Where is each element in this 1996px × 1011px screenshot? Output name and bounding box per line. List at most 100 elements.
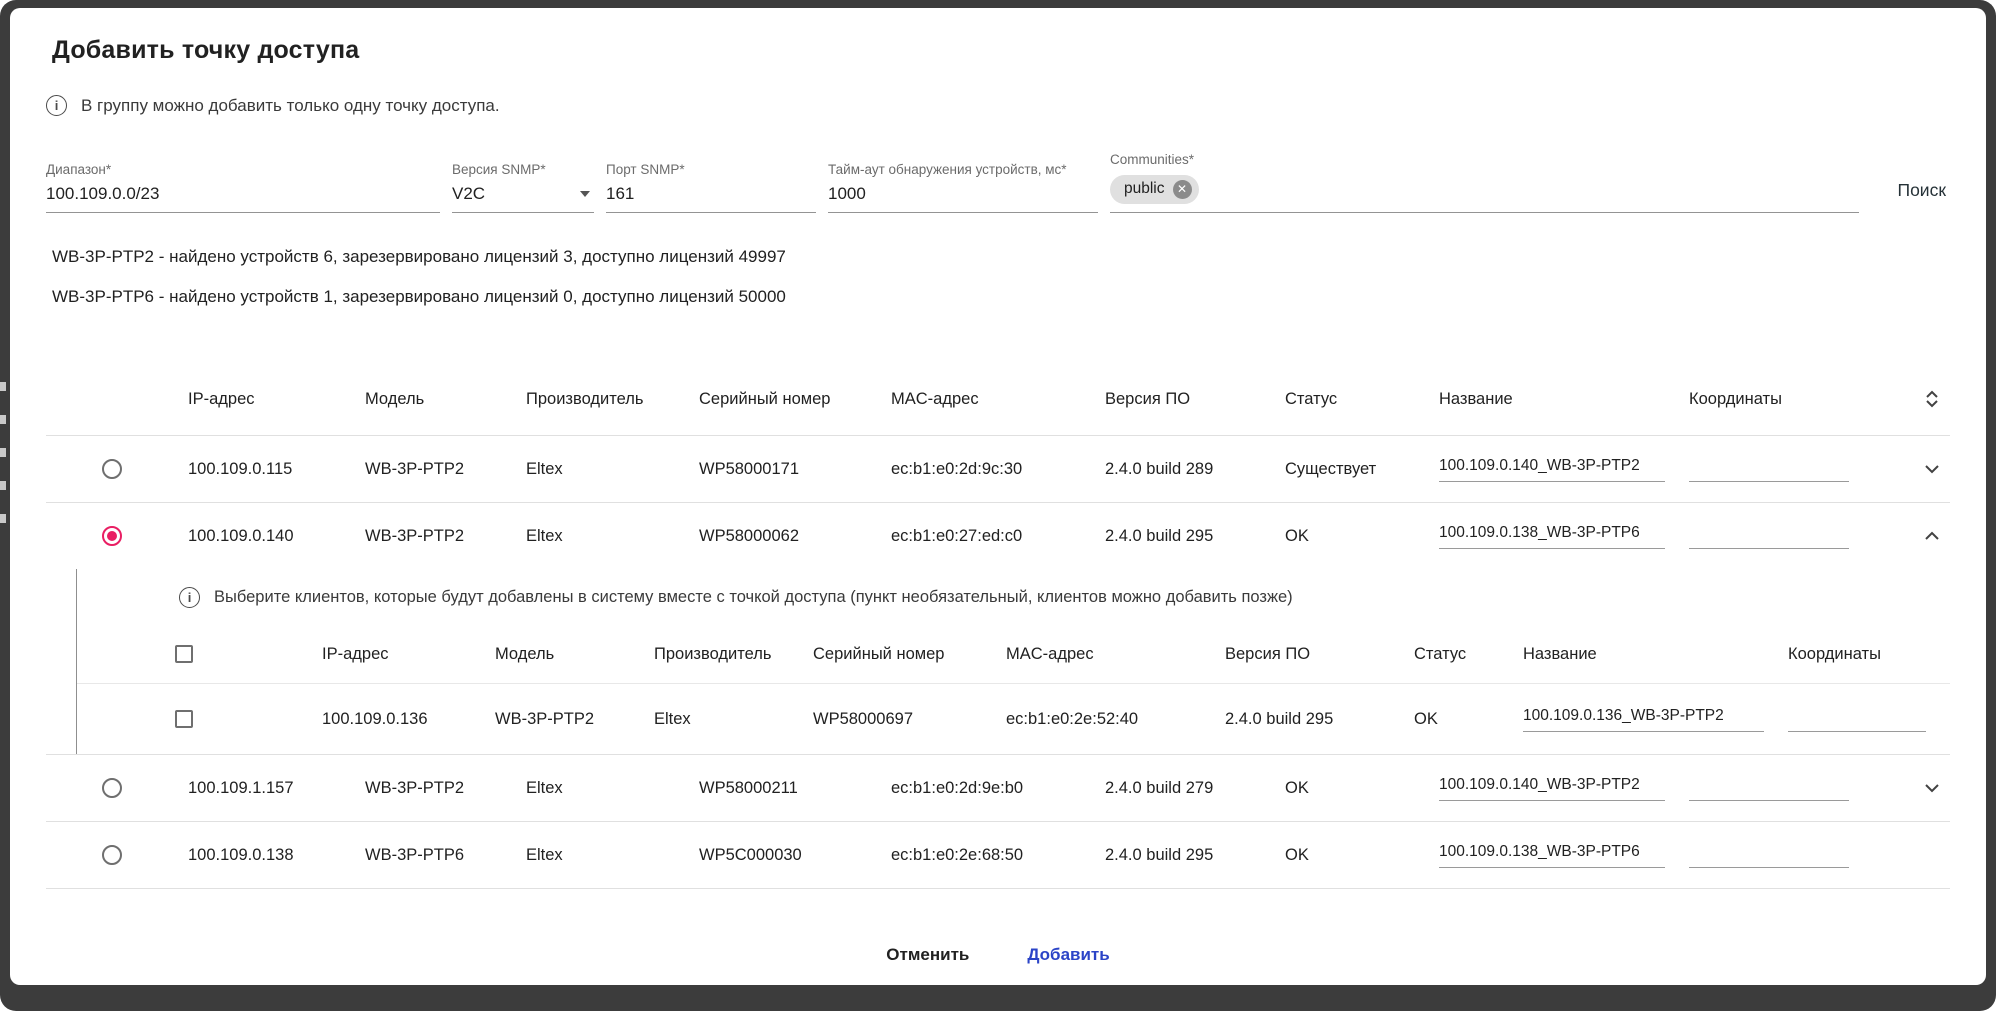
cell-vendor: Eltex: [654, 710, 813, 729]
cell-mac: ec:b1:e0:2e:68:50: [891, 846, 1105, 865]
community-chip[interactable]: public ✕: [1110, 175, 1199, 204]
col-serial: Серийный номер: [813, 645, 1006, 664]
name-input[interactable]: [1523, 707, 1764, 732]
coordinates-input[interactable]: [1689, 776, 1849, 801]
cell-mac: ec:b1:e0:2d:9c:30: [891, 460, 1105, 479]
name-input[interactable]: [1439, 776, 1665, 801]
row-radio[interactable]: [102, 459, 122, 479]
col-ip: IP-адрес: [322, 645, 495, 664]
row-divider: [46, 888, 1950, 889]
snmp-version-select[interactable]: V2C: [452, 184, 594, 204]
col-model: Модель: [365, 390, 526, 409]
cell-serial: WP58000211: [699, 779, 891, 798]
coordinates-input[interactable]: [1689, 524, 1849, 549]
coordinates-input[interactable]: [1689, 457, 1849, 482]
cell-fw: 2.4.0 build 279: [1105, 779, 1285, 798]
col-vendor: Производитель: [654, 645, 813, 664]
cell-model: WB-3P-PTP2: [365, 779, 526, 798]
select-all-clients-checkbox[interactable]: [175, 645, 193, 663]
cell-fw: 2.4.0 build 295: [1105, 527, 1285, 546]
cell-vendor: Eltex: [526, 527, 699, 546]
col-status: Статус: [1414, 645, 1523, 664]
cell-model: WB-3P-PTP2: [495, 710, 654, 729]
snmp-port-label: Порт SNMP*: [606, 162, 816, 177]
cell-ip: 100.109.0.140: [188, 527, 365, 546]
dialog-title: Добавить точку доступа: [52, 36, 1950, 65]
cell-model: WB-3P-PTP6: [365, 846, 526, 865]
table-row: 100.109.0.138 WB-3P-PTP6 Eltex WP5C00003…: [46, 822, 1950, 888]
snmp-version-field: Версия SNMP* V2C: [452, 152, 594, 213]
name-input[interactable]: [1439, 524, 1665, 549]
chevron-up-icon: [1924, 531, 1940, 541]
timeout-input[interactable]: [828, 184, 1098, 204]
cell-vendor: Eltex: [526, 846, 699, 865]
col-name: Название: [1523, 645, 1788, 664]
expand-row-button[interactable]: [1873, 464, 1950, 474]
search-button[interactable]: Поиск: [1898, 180, 1951, 213]
communities-field: Communities* public ✕: [1110, 152, 1859, 213]
chevron-down-icon: [1924, 783, 1940, 793]
col-fw: Версия ПО: [1105, 390, 1285, 409]
dropdown-arrow-icon: [580, 191, 590, 197]
row-radio[interactable]: [102, 778, 122, 798]
clients-section: i Выберите клиентов, которые будут добав…: [76, 569, 1950, 754]
communities-label: Communities*: [1110, 152, 1859, 167]
cell-vendor: Eltex: [526, 460, 699, 479]
snmp-port-input[interactable]: [606, 184, 816, 204]
expand-row-button[interactable]: [1873, 783, 1950, 793]
cell-model: WB-3P-PTP2: [365, 460, 526, 479]
collapse-all-button[interactable]: [1873, 389, 1950, 409]
cell-fw: 2.4.0 build 295: [1105, 846, 1285, 865]
add-access-point-dialog: Добавить точку доступа i В группу можно …: [10, 8, 1986, 985]
cell-status: Существует: [1285, 460, 1439, 479]
table-row: 100.109.0.115 WB-3P-PTP2 Eltex WP5800017…: [46, 436, 1950, 502]
name-input[interactable]: [1439, 843, 1665, 868]
info-icon: i: [46, 95, 67, 116]
cell-mac: ec:b1:e0:27:ed:c0: [891, 527, 1105, 546]
row-radio[interactable]: [102, 845, 122, 865]
col-name: Название: [1439, 390, 1689, 409]
clients-table-header: IP-адрес Модель Производитель Серийный н…: [77, 625, 1950, 683]
col-coords: Координаты: [1689, 390, 1873, 409]
snmp-version-value: V2C: [452, 184, 580, 204]
table-row: 100.109.1.157 WB-3P-PTP2 Eltex WP5800021…: [46, 755, 1950, 821]
coordinates-input[interactable]: [1689, 843, 1849, 868]
summary-line-ptp2: WB-3P-PTP2 - найдено устройств 6, зарезе…: [52, 247, 1950, 267]
communities-input[interactable]: public ✕: [1110, 174, 1859, 204]
add-button[interactable]: Добавить: [1021, 941, 1115, 969]
snmp-port-field: Порт SNMP*: [606, 152, 816, 213]
client-checkbox[interactable]: [175, 710, 193, 728]
devices-table: IP-адрес Модель Производитель Серийный н…: [46, 363, 1950, 889]
col-mac: MAC-адрес: [1006, 645, 1225, 664]
cell-model: WB-3P-PTP2: [365, 527, 526, 546]
col-status: Статус: [1285, 390, 1439, 409]
page-edge-artifact: [0, 382, 8, 523]
dialog-footer: Отменить Добавить: [46, 941, 1950, 969]
cell-serial: WP58000171: [699, 460, 891, 479]
devices-table-header: IP-адрес Модель Производитель Серийный н…: [46, 363, 1950, 435]
timeout-label: Тайм-аут обнаружения устройств, мс*: [828, 162, 1098, 177]
collapse-row-button[interactable]: [1873, 531, 1950, 541]
table-row-selected: 100.109.0.140 WB-3P-PTP2 Eltex WP5800006…: [46, 503, 1950, 569]
range-input[interactable]: [46, 184, 440, 204]
col-coords: Координаты: [1788, 645, 1950, 664]
cell-ip: 100.109.1.157: [188, 779, 365, 798]
cell-fw: 2.4.0 build 295: [1225, 710, 1414, 729]
cell-serial: WP5C000030: [699, 846, 891, 865]
range-label: Диапазон*: [46, 162, 440, 177]
coordinates-input[interactable]: [1788, 707, 1926, 732]
row-radio[interactable]: [102, 526, 122, 546]
col-serial: Серийный номер: [699, 390, 891, 409]
chevron-down-icon: [1924, 464, 1940, 474]
info-text: В группу можно добавить только одну точк…: [81, 96, 500, 116]
cell-status: OK: [1285, 527, 1439, 546]
cancel-button[interactable]: Отменить: [880, 941, 975, 969]
cell-ip: 100.109.0.136: [322, 710, 495, 729]
chip-remove-icon[interactable]: ✕: [1173, 180, 1192, 199]
cell-status: OK: [1285, 779, 1439, 798]
name-input[interactable]: [1439, 457, 1665, 482]
cell-status: OK: [1414, 710, 1523, 729]
clients-info-text: Выберите клиентов, которые будут добавле…: [214, 588, 1293, 607]
cell-ip: 100.109.0.115: [188, 460, 365, 479]
range-field: Диапазон*: [46, 152, 440, 213]
